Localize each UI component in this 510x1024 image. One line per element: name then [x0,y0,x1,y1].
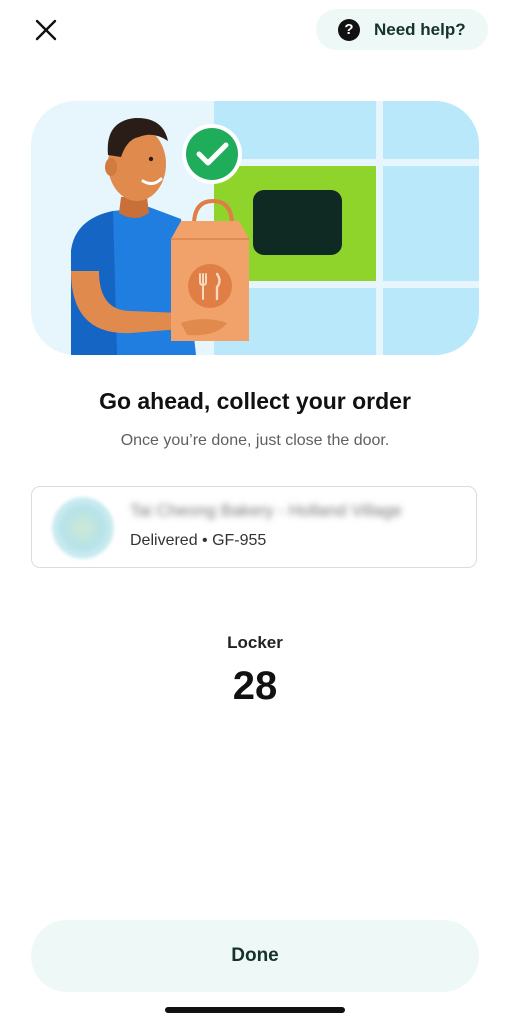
store-name: Tai Cheong Bakery - Holland Village [130,501,402,520]
close-icon [35,19,57,41]
page-title: Go ahead, collect your order [99,388,411,414]
order-card: Tai Cheong Bakery - Holland Village Deli… [31,486,477,568]
need-help-button[interactable]: ? Need help? [316,9,488,50]
page-subtitle: Once you’re done, just close the door. [120,432,390,449]
order-status: Delivered • GF-955 [130,532,267,549]
store-avatar [52,497,114,559]
need-help-label: Need help? [374,19,466,39]
question-circle-icon: ? [338,18,360,41]
home-indicator [165,1007,345,1013]
locker-number: 28 [232,664,278,708]
close-button[interactable] [32,16,60,44]
locker-label: Locker [227,633,283,652]
done-button[interactable]: Done [31,920,479,992]
hero-illustration [31,101,479,355]
checkmark-icon [182,124,242,184]
